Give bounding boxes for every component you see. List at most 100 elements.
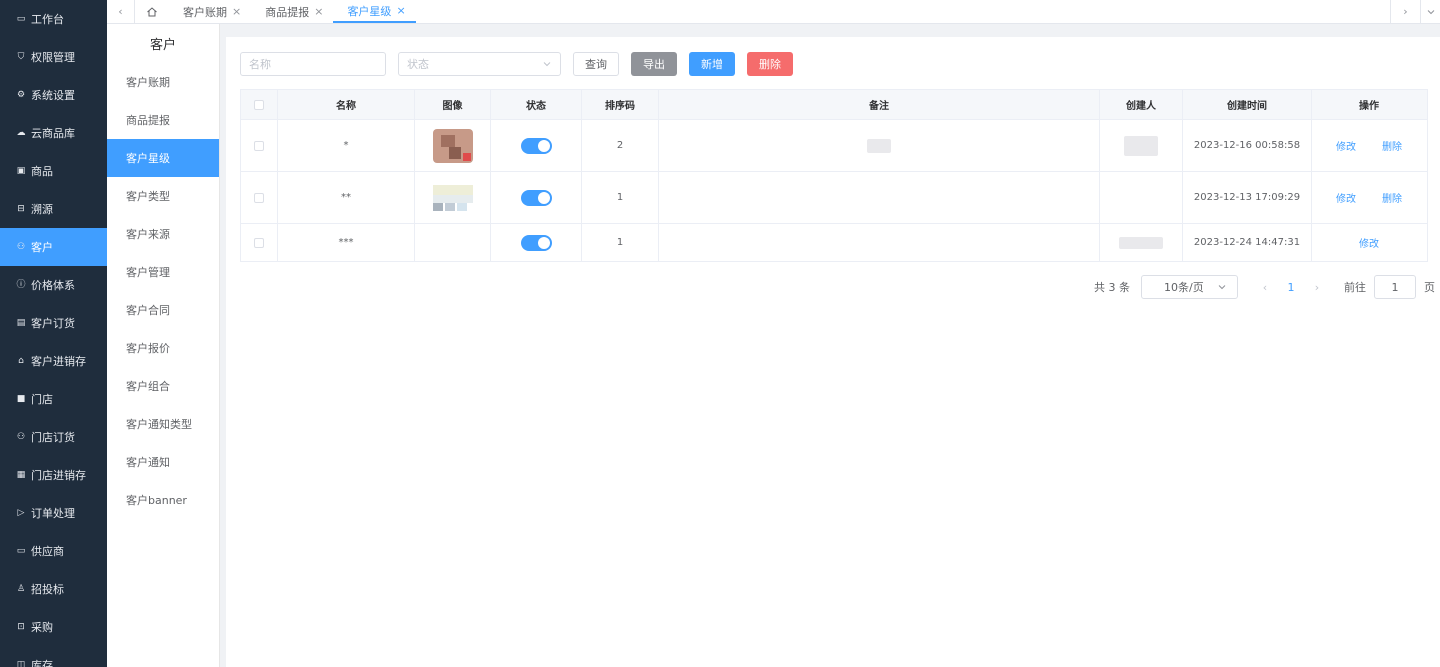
row-sort-code: 1: [582, 224, 659, 261]
submenu-item-notice-type[interactable]: 客户通知类型: [107, 405, 219, 443]
name-input[interactable]: 名称: [240, 52, 386, 76]
delete-link[interactable]: 删除: [1382, 138, 1402, 153]
chevron-down-icon: [543, 62, 551, 67]
export-button[interactable]: 导出: [631, 52, 677, 76]
next-page-button[interactable]: ›: [1304, 281, 1330, 294]
table-row: ** 1 2023-12-13 17:09:29 修改 删除: [241, 172, 1427, 224]
header-status: 状态: [491, 90, 582, 119]
row-remark-cell: [659, 224, 1100, 261]
submenu-item-customer-contract[interactable]: 客户合同: [107, 291, 219, 329]
header-checkbox-cell: [241, 90, 278, 119]
sidebar-item-bidding[interactable]: ♙ 招投标: [0, 570, 107, 608]
send-icon: ▷: [17, 507, 25, 518]
user-icon: ♙: [16, 583, 26, 594]
sidebar-item-customer-order[interactable]: ▤ 客户订货: [0, 304, 107, 342]
goto-label: 前往: [1344, 281, 1366, 294]
tabs-more-button[interactable]: [1420, 0, 1440, 23]
tab-customer-payment-term[interactable]: 客户账期 ×: [169, 0, 251, 23]
row-sort-code: 2: [582, 120, 659, 171]
chevron-down-icon: [1218, 285, 1226, 290]
customer-icon: ⚇: [16, 241, 26, 252]
sidebar-item-customer-inventory[interactable]: ⌂ 客户进销存: [0, 342, 107, 380]
sidebar-item-label: 系统设置: [31, 89, 75, 102]
sidebar-item-label: 权限管理: [31, 51, 75, 64]
status-switch[interactable]: [520, 189, 552, 206]
row-remark-cell: [659, 172, 1100, 223]
sidebar-item-customer[interactable]: ⚇ 客户: [0, 228, 107, 266]
submenu-item-customer-source[interactable]: 客户来源: [107, 215, 219, 253]
tab-home[interactable]: [135, 0, 169, 23]
submenu-item-payment-term[interactable]: 客户账期: [107, 63, 219, 101]
row-checkbox-cell: [241, 120, 278, 171]
select-all-checkbox[interactable]: [254, 99, 264, 110]
sidebar-item-store-inventory[interactable]: ▦ 门店进销存: [0, 456, 107, 494]
pagination-total: 共 3 条: [1094, 281, 1130, 294]
tab-goods-report[interactable]: 商品提报 ×: [251, 0, 333, 23]
submenu-item-goods-report[interactable]: 商品提报: [107, 101, 219, 139]
edit-link[interactable]: 修改: [1359, 235, 1379, 250]
status-switch[interactable]: [520, 137, 552, 154]
header-creator: 创建人: [1100, 90, 1183, 119]
edit-link[interactable]: 修改: [1336, 138, 1356, 153]
row-image[interactable]: [432, 128, 473, 163]
tabs-scroll-left-button[interactable]: ‹: [107, 0, 135, 23]
submenu-item-customer-manage[interactable]: 客户管理: [107, 253, 219, 291]
row-status-cell: [491, 224, 582, 261]
sidebar-item-cloud-goods[interactable]: ☁ 云商品库: [0, 114, 107, 152]
edit-link[interactable]: 修改: [1336, 190, 1356, 205]
sidebar-item-order-processing[interactable]: ▷ 订单处理: [0, 494, 107, 532]
sidebar-item-store-order[interactable]: ⚇ 门店订货: [0, 418, 107, 456]
close-icon[interactable]: ×: [396, 4, 405, 17]
delete-button[interactable]: 删除: [747, 52, 793, 76]
submenu-item-notice[interactable]: 客户通知: [107, 443, 219, 481]
supplier-icon: ▭: [16, 545, 26, 556]
row-name: **: [278, 172, 415, 223]
row-created-time: 2023-12-13 17:09:29: [1183, 172, 1312, 223]
tab-label: 客户账期: [183, 5, 227, 19]
chevron-left-icon: ‹: [118, 5, 123, 18]
submenu-item-banner[interactable]: 客户banner: [107, 481, 219, 519]
sidebar-item-purchase[interactable]: ⊡ 采购: [0, 608, 107, 646]
row-name: *: [278, 120, 415, 171]
row-image-cell: [415, 172, 491, 223]
query-button[interactable]: 查询: [573, 52, 619, 76]
tab-customer-star-level[interactable]: 客户星级 ×: [333, 0, 416, 23]
tabs-bar: ‹ 客户账期 × 商品提报 × 客户星级 × ›: [107, 0, 1440, 24]
sidebar-item-trace[interactable]: ⊟ 溯源: [0, 190, 107, 228]
order-icon: ▤: [16, 317, 26, 328]
page-number-current[interactable]: 1: [1278, 281, 1304, 294]
sidebar-item-label: 门店订货: [31, 431, 75, 444]
sidebar-item-store[interactable]: ■ 门店: [0, 380, 107, 418]
gear-icon: ⚙: [16, 89, 26, 100]
submenu-item-customer-group[interactable]: 客户组合: [107, 367, 219, 405]
row-checkbox[interactable]: [254, 140, 264, 151]
sidebar-item-supplier[interactable]: ▭ 供应商: [0, 532, 107, 570]
submenu-item-customer-type[interactable]: 客户类型: [107, 177, 219, 215]
blurred-remark: [867, 138, 891, 153]
add-button[interactable]: 新增: [689, 52, 735, 76]
sidebar-item-system-settings[interactable]: ⚙ 系统设置: [0, 76, 107, 114]
page-size-select[interactable]: 10条/页: [1141, 275, 1238, 299]
sidebar-item-label: 招投标: [31, 583, 64, 596]
submenu-item-customer-quote[interactable]: 客户报价: [107, 329, 219, 367]
status-switch[interactable]: [520, 234, 552, 251]
close-icon[interactable]: ×: [314, 5, 323, 18]
row-checkbox[interactable]: [254, 192, 264, 203]
delete-link[interactable]: 删除: [1382, 190, 1402, 205]
sidebar-item-price-system[interactable]: ⓘ 价格体系: [0, 266, 107, 304]
blurred-creator: [1119, 236, 1163, 249]
status-select[interactable]: 状态: [398, 52, 561, 76]
tabs-scroll-right-button[interactable]: ›: [1390, 0, 1420, 23]
sidebar-item-inventory[interactable]: ◫ 库存: [0, 646, 107, 667]
sidebar-item-permissions[interactable]: ⛉ 权限管理: [0, 38, 107, 76]
submenu-item-star-level[interactable]: 客户星级: [107, 139, 219, 177]
close-icon[interactable]: ×: [232, 5, 241, 18]
row-checkbox[interactable]: [254, 237, 264, 248]
sidebar-item-workbench[interactable]: ▭ 工作台: [0, 0, 107, 38]
goto-page-input[interactable]: 1: [1374, 275, 1416, 299]
row-actions: 修改: [1312, 224, 1426, 261]
sidebar-item-goods[interactable]: ▣ 商品: [0, 152, 107, 190]
header-actions: 操作: [1359, 101, 1379, 112]
prev-page-button[interactable]: ‹: [1252, 281, 1278, 294]
row-image[interactable]: [432, 181, 473, 215]
